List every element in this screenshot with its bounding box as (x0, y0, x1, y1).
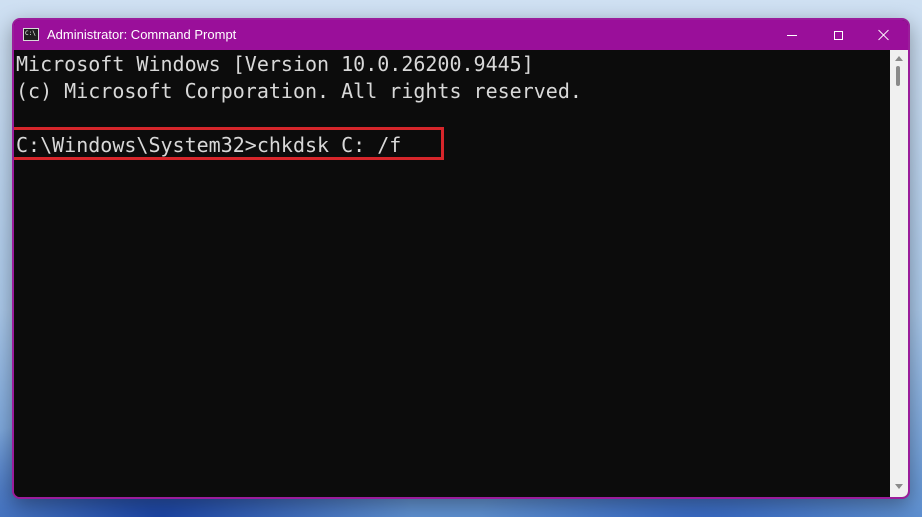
title-bar[interactable]: C:\ Administrator: Command Prompt (14, 20, 908, 50)
maximize-icon (833, 30, 843, 40)
scroll-thumb[interactable] (896, 66, 900, 86)
scroll-down-icon[interactable] (895, 484, 903, 489)
command-highlight-box (14, 127, 444, 160)
minimize-icon (787, 34, 797, 36)
minimize-button[interactable] (769, 20, 815, 50)
cmd-icon-glyph: C:\ (25, 30, 36, 37)
window-title: Administrator: Command Prompt (47, 27, 237, 42)
close-button[interactable] (861, 20, 907, 50)
command-prompt-window[interactable]: C:\ Administrator: Command Prompt Micros… (12, 18, 910, 499)
scroll-up-icon[interactable] (895, 56, 903, 61)
console-output[interactable]: Microsoft Windows [Version 10.0.26200.94… (14, 50, 890, 497)
vertical-scrollbar[interactable] (890, 50, 908, 497)
version-line: Microsoft Windows [Version 10.0.26200.94… (16, 52, 534, 76)
maximize-button[interactable] (815, 20, 861, 50)
cmd-icon: C:\ (23, 28, 39, 41)
copyright-line: (c) Microsoft Corporation. All rights re… (16, 79, 582, 103)
close-icon (878, 29, 890, 41)
